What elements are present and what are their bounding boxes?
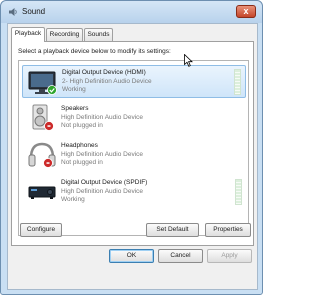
device-driver: High Definition Audio Device xyxy=(61,187,144,195)
volume-meter xyxy=(234,69,241,95)
device-item-hdmi[interactable]: Digital Output Device (HDMI) 2- High Def… xyxy=(22,65,246,98)
device-status: Not plugged in xyxy=(61,122,103,129)
close-icon: x xyxy=(243,6,249,16)
dialog-body: Playback Recording Sounds Select a playb… xyxy=(7,23,258,290)
instruction-text: Select a playback device below to modify… xyxy=(18,48,171,55)
device-driver: 2- High Definition Audio Device xyxy=(62,77,152,85)
speaker-icon xyxy=(32,104,54,131)
monitor-icon xyxy=(28,71,57,95)
cancel-button[interactable]: Cancel xyxy=(158,249,203,263)
default-check-badge xyxy=(47,85,57,95)
properties-button[interactable]: Properties xyxy=(205,223,251,237)
device-name: Speakers xyxy=(61,105,89,112)
tab-recording[interactable]: Recording xyxy=(46,28,83,41)
device-name: Digital Output Device (HDMI) xyxy=(62,69,146,76)
speaker-icon xyxy=(9,8,17,16)
tab-sounds[interactable]: Sounds xyxy=(84,28,113,41)
configure-button[interactable]: Configure xyxy=(20,223,62,237)
device-list[interactable]: Digital Output Device (HDMI) 2- High Def… xyxy=(18,60,249,236)
device-status: Working xyxy=(62,86,86,93)
device-info: Headphones High Definition Audio Device … xyxy=(61,142,143,168)
close-button[interactable]: x xyxy=(236,5,256,18)
ok-button[interactable]: OK xyxy=(109,249,154,263)
tab-playback[interactable]: Playback xyxy=(11,27,45,42)
device-status: Working xyxy=(61,196,85,203)
device-driver: High Definition Audio Device xyxy=(61,150,144,158)
playback-panel: Select a playback device below to modify… xyxy=(11,41,254,246)
set-default-button[interactable]: Set Default xyxy=(146,223,199,237)
digital-receiver-icon xyxy=(28,186,56,199)
title-bar[interactable]: Sound x xyxy=(1,1,262,23)
device-status: Not plugged in xyxy=(61,159,103,166)
device-info: Speakers High Definition Audio Device No… xyxy=(61,105,143,131)
volume-meter xyxy=(235,179,242,205)
mouse-pointer-icon xyxy=(184,54,193,67)
apply-button[interactable]: Apply xyxy=(207,249,252,263)
device-item-spdif[interactable]: Digital Output Device (SPDIF) High Defin… xyxy=(22,176,246,209)
device-info: Digital Output Device (SPDIF) High Defin… xyxy=(61,179,147,205)
device-item-speakers[interactable]: Speakers High Definition Audio Device No… xyxy=(22,102,246,135)
device-name: Headphones xyxy=(61,142,98,149)
headphones-icon xyxy=(28,142,56,168)
device-info: Digital Output Device (HDMI) 2- High Def… xyxy=(62,69,152,95)
window-title: Sound xyxy=(22,7,46,16)
device-item-headphones[interactable]: Headphones High Definition Audio Device … xyxy=(22,139,246,172)
device-name: Digital Output Device (SPDIF) xyxy=(61,179,148,186)
sound-dialog: Sound x Playback Recording Sounds Select… xyxy=(0,0,263,295)
device-driver: High Definition Audio Device xyxy=(61,113,144,121)
